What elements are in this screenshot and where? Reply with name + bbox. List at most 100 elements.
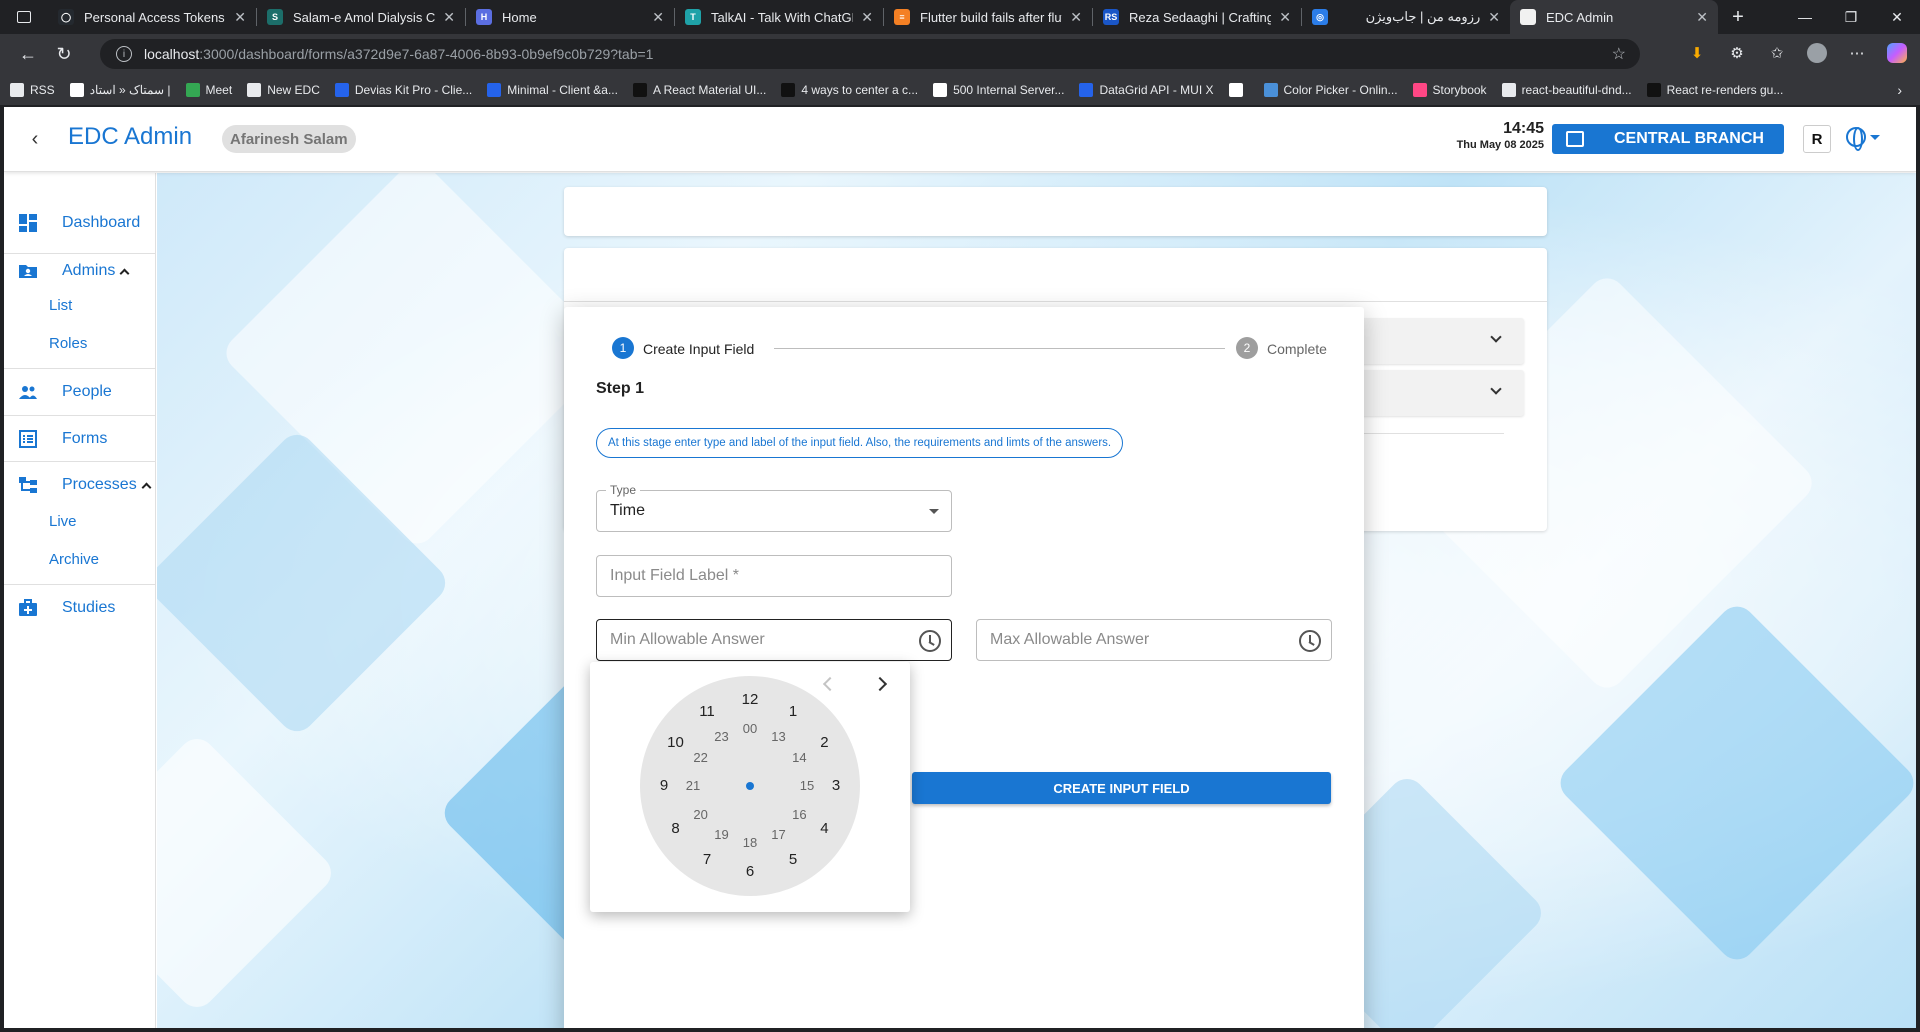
site-info-icon[interactable]: i (116, 46, 132, 62)
back-arrow-icon[interactable]: ← (10, 44, 46, 65)
restore-icon[interactable]: ❐ (1828, 9, 1874, 26)
input-field-label-input[interactable]: Input Field Label * (596, 555, 952, 597)
language-selector[interactable] (1846, 127, 1880, 151)
bookmark-star-icon[interactable]: ☆ (1612, 44, 1626, 64)
tab-close-icon[interactable]: ✕ (1696, 9, 1708, 26)
user-chip[interactable]: Afarinesh Salam (222, 125, 356, 153)
bookmark-item[interactable]: Meet (185, 82, 232, 97)
sidebar-item-processes-live[interactable]: Live (49, 513, 77, 530)
bookmark-item[interactable]: A React Material UI... (632, 82, 766, 97)
tab-close-icon[interactable]: ✕ (652, 9, 664, 26)
clock-hour-outer[interactable]: 10 (663, 733, 689, 753)
tab-actions-icon[interactable] (0, 0, 48, 34)
clock-hour-outer[interactable]: 7 (694, 850, 720, 870)
bookmark-item[interactable]: Minimal - Client &a... (487, 82, 618, 97)
bookmark-item[interactable]: react-beautiful-dnd... (1501, 82, 1632, 97)
clock-hour-outer[interactable]: 3 (823, 776, 849, 796)
bookmark-item[interactable]: New EDC (247, 82, 320, 97)
clock-hour-inner[interactable]: 21 (680, 776, 706, 796)
clock-hour-outer[interactable]: 1 (780, 702, 806, 722)
bookmark-item[interactable]: سمتاک « استاد | (69, 82, 171, 97)
browser-tab[interactable]: ◎ رزومه من | جاب‌ویژن ✕ (1302, 0, 1510, 34)
back-chevron-icon[interactable]: ‹ (22, 126, 48, 152)
browser-tab[interactable]: H Home ✕ (466, 0, 674, 34)
clock-hour-inner[interactable]: 18 (737, 833, 763, 853)
min-allowable-answer-input[interactable]: Min Allowable Answer (596, 619, 952, 661)
minimize-icon[interactable]: — (1782, 9, 1828, 25)
bookmark-item[interactable]: 500 Internal Server... (933, 82, 1064, 97)
clock-hour-inner[interactable]: 15 (794, 776, 820, 796)
more-menu-icon[interactable]: ⋯ (1844, 40, 1870, 66)
sidebar-item-admins[interactable]: Admins (4, 259, 156, 283)
tab-close-icon[interactable]: ✕ (234, 9, 246, 26)
new-tab-icon[interactable]: + (1718, 6, 1758, 29)
clock-hour-inner[interactable]: 14 (786, 748, 812, 768)
clock-hour-outer[interactable]: 2 (811, 733, 837, 753)
sidebar-item-studies[interactable]: Studies (4, 596, 156, 620)
bookmark-item[interactable]: RSS (10, 82, 55, 97)
clock-hour-outer[interactable]: 4 (811, 819, 837, 839)
r-button[interactable]: R (1803, 125, 1831, 153)
sidebar-item-people[interactable]: People (4, 380, 156, 404)
browser-tab[interactable]: EDC Admin ✕ (1510, 0, 1718, 34)
tab-close-icon[interactable]: ✕ (1070, 9, 1082, 26)
clock-hour-inner[interactable]: 22 (688, 748, 714, 768)
browser-tab[interactable]: ◯ Personal Access Tokens (Cla ✕ (48, 0, 256, 34)
tab-close-icon[interactable]: ✕ (861, 9, 873, 26)
address-bar[interactable]: i localhost:3000/dashboard/forms/a372d9e… (100, 39, 1640, 69)
clock-hour-outer[interactable]: 12 (737, 690, 763, 710)
tab-close-icon[interactable]: ✕ (443, 9, 455, 26)
sidebar-item-processes-archive[interactable]: Archive (49, 551, 99, 568)
clock-hour-inner[interactable]: 17 (766, 825, 792, 845)
clock-icon[interactable] (919, 630, 941, 652)
browser-tab[interactable]: T TalkAI - Talk With ChatGPT ✕ (675, 0, 883, 34)
bookmark-item[interactable]: React re-renders gu... (1646, 82, 1784, 97)
bookmark-item[interactable]: Storybook (1412, 82, 1487, 97)
max-allowable-answer-input[interactable]: Max Allowable Answer (976, 619, 1332, 661)
clock-hour-outer[interactable]: 6 (737, 862, 763, 882)
clock-hour-outer[interactable]: 8 (663, 819, 689, 839)
profile-avatar-icon[interactable] (1804, 40, 1830, 66)
branch-button[interactable]: CENTRAL BRANCH (1552, 124, 1784, 154)
sidebar-item-admins-roles[interactable]: Roles (49, 335, 87, 352)
clock-hour-inner[interactable]: 00 (737, 719, 763, 739)
download-extension-icon[interactable]: ⬇ (1684, 40, 1710, 66)
copilot-icon[interactable] (1884, 40, 1910, 66)
bookmark-item[interactable] (1228, 82, 1249, 97)
bookmark-item[interactable]: 4 ways to center a c... (781, 82, 918, 97)
bookmark-favicon-icon (1079, 82, 1094, 97)
clock-hour-inner[interactable]: 20 (688, 805, 714, 825)
bookmark-item[interactable]: DataGrid API - MUI X (1079, 82, 1214, 97)
clock-dial[interactable]: 12 1 2 3 4 5 6 7 8 9 10 11 00 13 14 15 16 17 18 19 20 21 22 23 (640, 676, 860, 896)
clock-hour-inner[interactable]: 23 (709, 727, 735, 747)
close-window-icon[interactable]: ✕ (1874, 9, 1920, 26)
clock-hour-inner[interactable]: 19 (709, 825, 735, 845)
sidebar-item-dashboard[interactable]: Dashboard (4, 211, 156, 235)
tab-title: رزومه من | جاب‌ویژن (1365, 9, 1481, 24)
bookmarks-overflow-icon[interactable]: › (1897, 82, 1902, 98)
clock-icon[interactable] (1299, 630, 1321, 652)
next-view-icon[interactable] (872, 676, 888, 692)
browser-tab[interactable]: ≡ Flutter build fails after flutt ✕ (884, 0, 1092, 34)
bookmark-item[interactable]: Color Picker - Onlin... (1263, 82, 1398, 97)
clock-hour-outer[interactable]: 11 (694, 702, 720, 722)
bookmark-item[interactable]: Devias Kit Pro - Clie... (334, 82, 472, 97)
clock-hour-outer[interactable]: 5 (780, 850, 806, 870)
sidebar-item-processes[interactable]: Processes (4, 473, 156, 497)
browser-tab[interactable]: S Salam-e Amol Dialysis Clinic ✕ (257, 0, 465, 34)
previous-view-icon[interactable] (822, 676, 838, 692)
tab-close-icon[interactable]: ✕ (1279, 9, 1291, 26)
type-select[interactable]: Type Time (596, 483, 952, 532)
tab-close-icon[interactable]: ✕ (1488, 9, 1500, 26)
extensions-puzzle-icon[interactable]: ⚙ (1724, 40, 1750, 66)
clock-hour-outer[interactable]: 9 (651, 776, 677, 796)
reload-icon[interactable]: ↻ (46, 44, 82, 65)
favorites-icon[interactable]: ✩ (1764, 40, 1790, 66)
clock-hour-inner[interactable]: 16 (786, 805, 812, 825)
sidebar-item-forms[interactable]: Forms (4, 427, 156, 451)
clock-hour-inner[interactable]: 13 (766, 727, 792, 747)
create-input-field-button[interactable]: CREATE INPUT FIELD (912, 772, 1331, 804)
sidebar-item-admins-list[interactable]: List (49, 297, 72, 314)
bookmark-label: React re-renders gu... (1666, 82, 1784, 97)
browser-tab[interactable]: RS Reza Sedaaghi | Crafting Sc ✕ (1093, 0, 1301, 34)
